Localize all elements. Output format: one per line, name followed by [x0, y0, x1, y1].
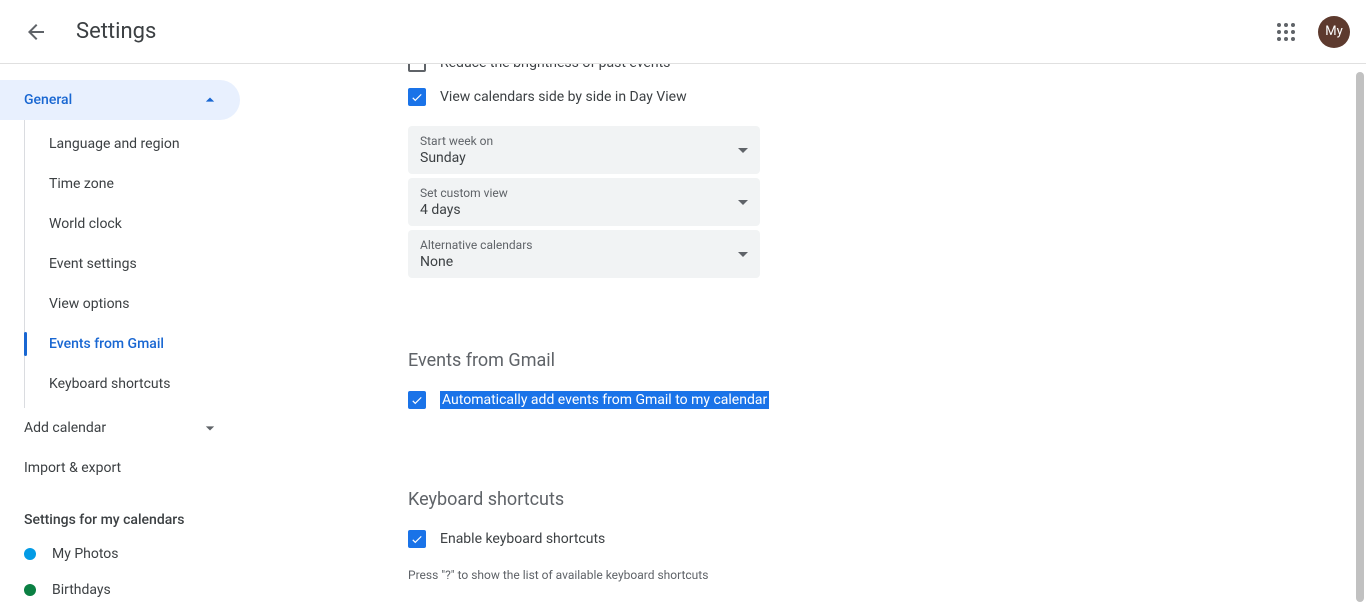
- page-title: Settings: [76, 19, 156, 44]
- sidebar-item-label: Event settings: [49, 256, 137, 272]
- calendar-item-my-photos[interactable]: My Photos: [0, 536, 256, 572]
- dropdown-label: Alternative calendars: [420, 238, 532, 252]
- main-panel[interactable]: Reduce the brightness of past events Vie…: [256, 64, 1366, 614]
- check-icon: [410, 90, 424, 104]
- chevron-up-icon: [200, 90, 220, 110]
- sidebar-row-add-calendar[interactable]: Add calendar: [0, 408, 240, 448]
- calendar-item-label: Birthdays: [52, 582, 111, 598]
- sidebar-item-label: Keyboard shortcuts: [49, 376, 170, 392]
- sidebar-item-time-zone[interactable]: Time zone: [25, 164, 256, 204]
- calendar-item-label: My Photos: [52, 546, 119, 562]
- caret-down-icon: [738, 148, 748, 153]
- sidebar-row-label: Import & export: [24, 460, 121, 476]
- dropdown-label: Set custom view: [420, 186, 508, 200]
- sidebar-section-general[interactable]: General: [0, 80, 240, 120]
- checkbox-auto-add-gmail[interactable]: [408, 391, 426, 409]
- apps-grid-icon: [1274, 20, 1298, 44]
- header-left: Settings: [16, 12, 156, 52]
- checkbox-label: Automatically add events from Gmail to m…: [440, 391, 769, 409]
- dropdown-label: Start week on: [420, 134, 493, 148]
- back-button[interactable]: [16, 12, 56, 52]
- avatar[interactable]: My: [1318, 16, 1350, 48]
- checkbox-row-side-by-side: View calendars side by side in Day View: [408, 80, 968, 114]
- checkbox-side-by-side[interactable]: [408, 88, 426, 106]
- sidebar-item-label: Time zone: [49, 176, 114, 192]
- checkbox-row-enable-kbd: Enable keyboard shortcuts: [408, 522, 968, 556]
- sidebar-heading-my-calendars: Settings for my calendars: [0, 488, 256, 536]
- sidebar-item-label: Language and region: [49, 136, 180, 152]
- sidebar: General Language and region Time zone Wo…: [0, 64, 256, 614]
- arrow-left-icon: [24, 20, 48, 44]
- check-icon: [410, 532, 424, 546]
- calendar-item-birthdays[interactable]: Birthdays: [0, 572, 256, 608]
- sidebar-item-events-from-gmail[interactable]: Events from Gmail: [25, 324, 256, 364]
- sidebar-general-sublist: Language and region Time zone World cloc…: [24, 120, 256, 408]
- sidebar-section-label: General: [24, 92, 72, 108]
- sidebar-item-label: World clock: [49, 216, 122, 232]
- checkbox-label: View calendars side by side in Day View: [440, 89, 687, 105]
- dropdown-custom-view[interactable]: Set custom view 4 days: [408, 178, 760, 226]
- sidebar-item-world-clock[interactable]: World clock: [25, 204, 256, 244]
- checkbox-label: Reduce the brightness of past events: [440, 64, 670, 71]
- checkbox-row-auto-add-gmail: Automatically add events from Gmail to m…: [408, 383, 968, 417]
- checkbox-brightness[interactable]: [408, 64, 426, 72]
- sidebar-item-view-options[interactable]: View options: [25, 284, 256, 324]
- calendar-color-dot: [24, 584, 36, 596]
- section-title-keyboard-shortcuts: Keyboard shortcuts: [408, 489, 968, 510]
- sidebar-item-keyboard-shortcuts[interactable]: Keyboard shortcuts: [25, 364, 256, 404]
- keyboard-shortcuts-hint: Press "?" to show the list of available …: [408, 568, 968, 582]
- dropdown-value: 4 days: [420, 202, 508, 218]
- dropdown-value: Sunday: [420, 150, 493, 166]
- scrollbar-thumb[interactable]: [1356, 72, 1364, 602]
- sidebar-item-event-settings[interactable]: Event settings: [25, 244, 256, 284]
- dropdown-start-week[interactable]: Start week on Sunday: [408, 126, 760, 174]
- caret-down-icon: [738, 252, 748, 257]
- header-right: My: [1266, 12, 1350, 52]
- checkbox-label: Enable keyboard shortcuts: [440, 531, 605, 547]
- dropdown-value: None: [420, 254, 532, 270]
- apps-button[interactable]: [1266, 12, 1306, 52]
- checkbox-enable-kbd[interactable]: [408, 530, 426, 548]
- sidebar-row-import-export[interactable]: Import & export: [0, 448, 240, 488]
- section-title-events-gmail: Events from Gmail: [408, 350, 968, 371]
- sidebar-item-language-region[interactable]: Language and region: [25, 124, 256, 164]
- header: Settings My: [0, 0, 1366, 64]
- sidebar-row-label: Add calendar: [24, 420, 106, 436]
- sidebar-item-label: Events from Gmail: [49, 336, 164, 352]
- check-icon: [410, 393, 424, 407]
- chevron-down-icon: [200, 418, 220, 438]
- caret-down-icon: [738, 200, 748, 205]
- sidebar-item-label: View options: [49, 296, 130, 312]
- dropdown-alternative-calendars[interactable]: Alternative calendars None: [408, 230, 760, 278]
- checkbox-row-brightness: Reduce the brightness of past events: [408, 64, 968, 80]
- calendar-color-dot: [24, 548, 36, 560]
